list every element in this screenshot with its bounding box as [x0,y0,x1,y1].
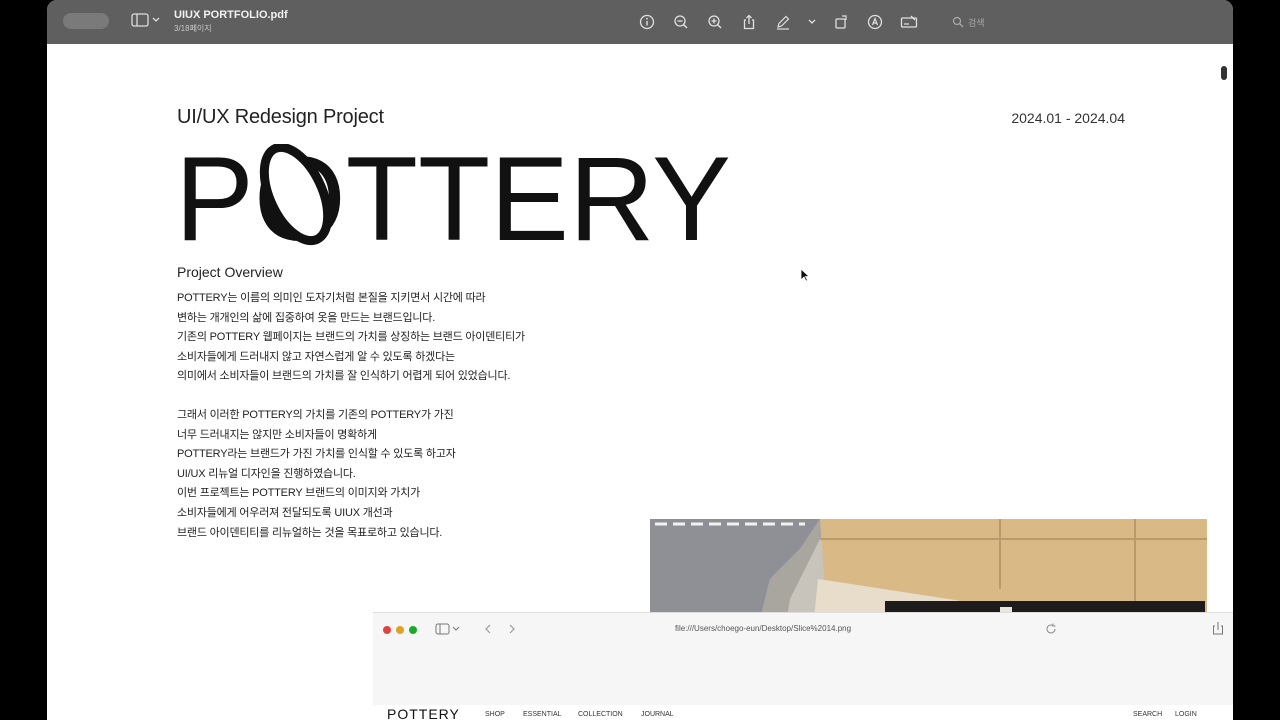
nav-search[interactable]: SEARCH [1133,711,1162,718]
site-logo[interactable]: POTTERY [387,706,460,720]
text-line: 변하는 개개인의 삶에 집중하여 옷을 만드는 브랜드입니다. [177,311,436,324]
zoom-icon[interactable] [409,626,417,634]
document-title: UIUX PORTFOLIO.pdf [174,9,288,21]
form-fill-button[interactable] [899,12,919,32]
chevron-down-icon [808,19,816,24]
zoom-out-button[interactable] [671,12,691,32]
title-bar: UIUX PORTFOLIO.pdf 3/18페이지 검색 [47,0,1233,44]
text-line: 기존의 POTTERY 웹페이지는 브랜드의 가치를 상징하는 브랜드 아이덴티… [177,331,525,344]
markup-button[interactable] [773,12,793,32]
text-line: 소비자들에게 드러내지 않고 자연스럽게 알 수 있도록 하겠다는 [177,350,455,363]
pottery-logo: POTTERY [175,144,731,248]
nav-login[interactable]: LOGIN [1175,711,1197,718]
search-placeholder: 검색 [968,17,985,28]
nav-collection[interactable]: COLLECTION [578,711,623,718]
browser-sidebar-icon[interactable] [435,623,461,635]
zoom-in-button[interactable] [705,12,725,32]
text-line: 브랜드 아이덴티티를 리뉴얼하는 것을 목표로하고 있습니다. [177,526,443,539]
site-navbar: POTTERY SHOP ESSENTIAL COLLECTION JOURNA… [373,705,1233,720]
text-line: POTTERY는 이름의 의미인 도자기처럼 본질을 지키면서 시간에 따라 [177,292,486,304]
minimize-icon[interactable] [396,626,404,634]
project-date: 2024.01 - 2024.04 [1011,110,1125,126]
share-button[interactable] [739,12,759,32]
pdf-viewer-window: UIUX PORTFOLIO.pdf 3/18페이지 검색 UI/UX Rede… [47,0,1233,720]
page-indicator: 3/18페이지 [174,24,212,33]
share-icon[interactable] [1211,621,1225,635]
form-icon [900,15,918,28]
text-line: UI/UX 리뉴얼 디자인을 진행하였습니다. [177,467,356,480]
pen-icon [777,15,790,30]
mouse-cursor-icon [800,268,810,282]
highlight-icon [867,14,883,30]
logo-text: POTTERY [175,144,731,248]
rotate-icon [835,15,847,29]
overview-paragraph-1: POTTERY는 이름의 의미인 도자기처럼 본질을 지키면서 시간에 따라 변… [177,289,525,387]
project-subtitle: UI/UX Redesign Project [177,106,384,128]
overview-heading: Project Overview [177,264,283,280]
text-line: 의미에서 소비자들이 브랜드의 가치를 잘 인식하기 어렵게 되어 있었습니다. [177,370,511,383]
text-line: POTTERY라는 브랜드가 가진 가치를 인식할 수 있도록 하고자 [177,448,456,461]
close-icon[interactable] [383,626,391,634]
text-line: 소비자들에게 어우러져 전달되도록 UIUX 개선과 [177,506,393,519]
search-input[interactable]: 검색 [952,13,1012,31]
zoom-in-icon [708,15,722,29]
overview-paragraph-2: 그래서 이러한 POTTERY의 가치를 기존의 POTTERY가 가진 너무 … [177,406,456,543]
markup-menu-button[interactable] [807,12,817,32]
sidebar-icon [131,13,149,27]
address-bar[interactable]: file:///Users/choego-eun/Desktop/Slice%2… [503,624,1023,633]
nav-shop[interactable]: SHOP [485,711,505,718]
browser-window-controls[interactable] [383,626,417,634]
browser-window-preview: file:///Users/choego-eun/Desktop/Slice%2… [373,612,1233,720]
share-icon [743,14,755,30]
zoom-out-icon [674,15,688,29]
text-line: 너무 드러내지는 않지만 소비자들이 명확하게 [177,428,377,441]
vertical-scrollbar[interactable] [1221,66,1227,80]
nav-journal[interactable]: JOURNAL [641,711,674,718]
info-icon [639,14,655,30]
reload-icon[interactable] [1045,623,1057,635]
info-button[interactable] [637,12,657,32]
annotate-button[interactable] [865,12,885,32]
nav-essential[interactable]: ESSENTIAL [523,711,562,718]
sidebar-toggle-button[interactable] [131,13,160,27]
chevron-down-icon [152,17,160,22]
window-controls[interactable] [63,13,109,29]
toolbar [637,12,919,32]
rotate-button[interactable] [831,12,851,32]
text-line: 이번 프로젝트는 POTTERY 브랜드의 이미지와 가치가 [177,487,420,500]
search-icon [952,16,964,28]
text-line: 그래서 이러한 POTTERY의 가치를 기존의 POTTERY가 가진 [177,409,454,421]
